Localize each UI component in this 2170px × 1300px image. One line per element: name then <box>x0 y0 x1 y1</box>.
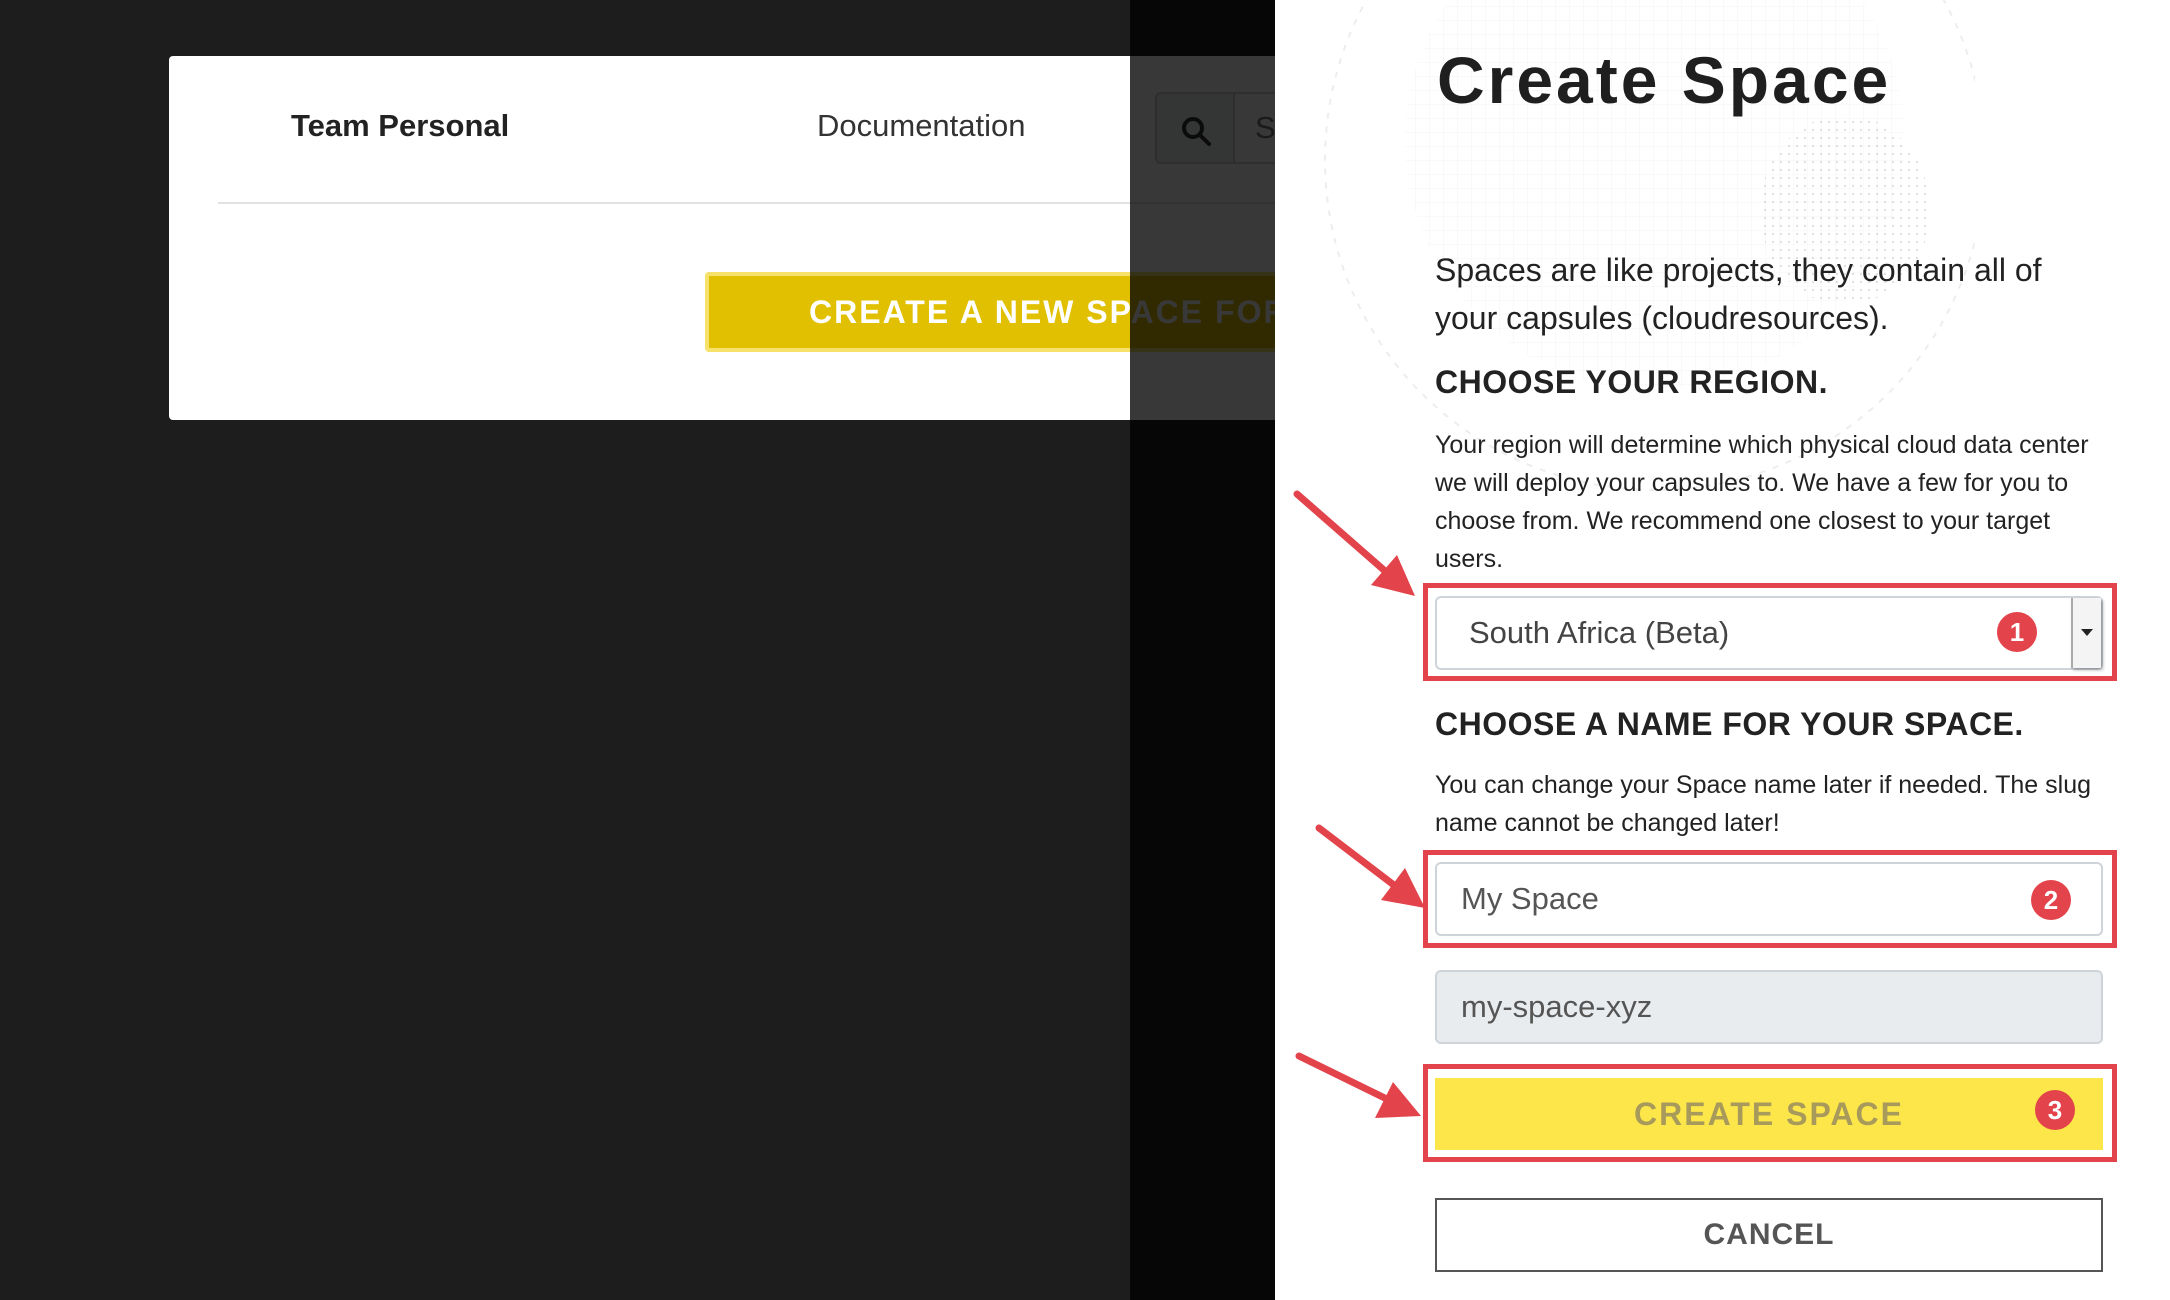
panel-title: Create Space <box>1437 43 1892 117</box>
intro-text: Spaces are like projects, they contain a… <box>1435 252 2042 336</box>
region-heading: CHOOSE YOUR REGION. <box>1435 364 1828 400</box>
slug-input <box>1435 970 2103 1044</box>
region-help-text: Your region will determine which physica… <box>1435 431 2089 573</box>
documentation-link[interactable]: Documentation <box>817 108 1026 144</box>
create-space-panel: Create Space Spaces are like projects, t… <box>1275 0 2170 1300</box>
annotation-box-create <box>1423 1064 2117 1162</box>
name-heading: CHOOSE A NAME FOR YOUR SPACE. <box>1435 706 2024 742</box>
cancel-button[interactable]: CANCEL <box>1435 1198 2103 1272</box>
modal-backdrop[interactable] <box>1130 0 1275 1300</box>
team-name[interactable]: Team Personal <box>291 108 509 144</box>
annotation-box-name <box>1423 850 2117 948</box>
screen: Team Personal Documentation CREATE A NEW… <box>0 0 2170 1300</box>
step-badge-1: 1 <box>1997 612 2037 652</box>
name-help-text: You can change your Space name later if … <box>1435 771 2092 837</box>
step-badge-3: 3 <box>2035 1090 2075 1130</box>
step-badge-2: 2 <box>2031 880 2071 920</box>
